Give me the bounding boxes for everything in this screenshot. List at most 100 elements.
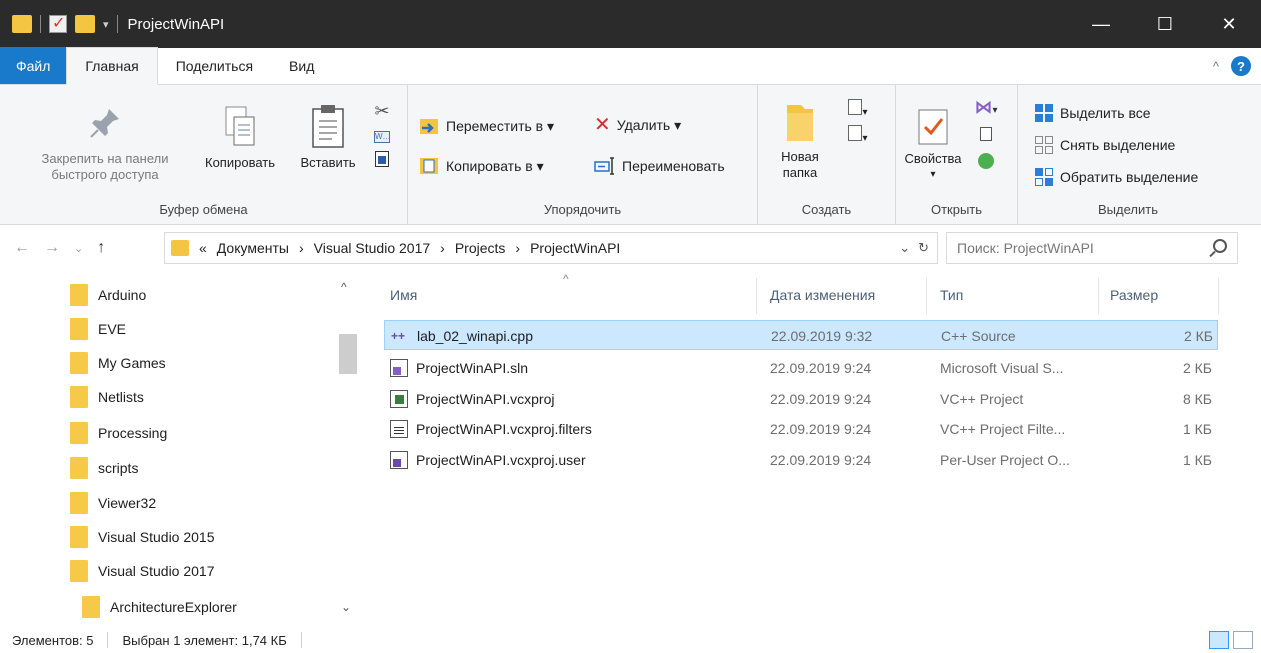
table-row[interactable]: ProjectWinAPI.vcxproj 22.09.2019 9:24 VC… [384,384,1218,414]
title-bar: ▾ ProjectWinAPI — ☐ ✕ [0,0,1261,48]
column-header-name[interactable]: Имя [390,274,417,316]
breadcrumb-separator[interactable]: › [515,240,520,256]
search-input[interactable]: Поиск: ProjectWinAPI [946,232,1238,264]
clipboard-group-label: Буфер обмена [159,202,248,217]
table-row[interactable]: ++ lab_02_winapi.cpp 22.09.2019 9:32 C++… [384,320,1218,350]
nav-item-arduino[interactable]: Arduino [70,278,146,312]
back-arrow-icon[interactable]: ← [14,239,30,257]
edit-icon[interactable] [966,127,1006,153]
nav-item-scripts[interactable]: scripts [70,451,138,485]
sort-ascending-icon: ^ [563,272,569,286]
details-view-icon[interactable] [1209,631,1229,649]
new-folder-button[interactable]: Новая папка [770,99,830,181]
nav-item-netlists[interactable]: Netlists [70,380,144,414]
delete-button[interactable]: ✕ Удалить ▾ [594,115,681,135]
select-all-button[interactable]: Выделить все [1034,103,1151,123]
invert-selection-button[interactable]: Обратить выделение [1034,167,1198,187]
nav-item-my-games[interactable]: My Games [70,346,166,380]
nav-item-visual-studio-2017[interactable]: Visual Studio 2017 [70,554,215,588]
folder-icon [171,240,189,256]
address-dropdown-icon[interactable]: ⌄ [899,240,910,256]
close-button[interactable]: ✕ [1197,0,1261,48]
copy-to-button[interactable]: Копировать в ▾ [418,155,544,177]
properties-check-icon[interactable] [49,13,67,33]
file-size: 1 КБ [1182,452,1212,468]
nav-scrollbar[interactable]: ^ ⌄ [337,274,357,624]
file-date: 22.09.2019 9:24 [770,360,872,376]
file-type: VC++ Project Filte... [940,421,1066,437]
rename-icon [594,157,614,175]
breadcrumb-visual-studio-2017[interactable]: Visual Studio 2017 [314,240,431,256]
nav-item-label: Arduino [98,287,147,303]
rename-button[interactable]: Переименовать [594,155,725,177]
cut-icon[interactable]: ✂ [370,102,394,127]
nav-item-processing[interactable]: Processing [70,416,167,450]
refresh-icon[interactable]: ↻ [918,240,929,256]
tab-file[interactable]: Файл [0,47,67,84]
column-divider[interactable] [756,278,757,314]
paste-button[interactable]: Вставить [290,103,366,171]
up-arrow-icon[interactable]: ↑ [97,239,105,257]
customize-dropdown-icon[interactable]: ▾ [103,18,109,31]
breadcrumb-overflow[interactable]: « [199,240,207,256]
help-icon[interactable]: ? [1231,56,1251,76]
new-item-icon[interactable]: ▾ [838,99,878,125]
column-divider[interactable] [1098,278,1099,314]
select-group-label: Выделить [1098,202,1158,217]
nav-item-visual-studio-2015[interactable]: Visual Studio 2015 [70,520,215,554]
address-field[interactable]: « Документы › Visual Studio 2017 › Proje… [164,232,938,264]
breadcrumb-separator[interactable]: › [440,240,445,256]
visual-studio-icon[interactable]: ⋈▾ [966,98,1006,127]
select-none-button[interactable]: Снять выделение [1034,135,1175,155]
folder-icon [70,352,88,374]
scroll-up-icon[interactable]: ^ [341,280,347,294]
column-header-size[interactable]: Размер [1110,274,1158,316]
tab-share[interactable]: Поделиться [158,47,271,84]
move-to-button[interactable]: Переместить в ▾ [418,115,554,137]
large-icons-view-icon[interactable] [1233,631,1253,649]
table-row[interactable]: ProjectWinAPI.vcxproj.user 22.09.2019 9:… [384,445,1218,475]
folder-icon [12,15,32,33]
column-divider[interactable] [1218,278,1219,314]
minimize-button[interactable]: — [1069,0,1133,48]
nav-item-viewer32[interactable]: Viewer32 [70,486,156,520]
selection-info: Выбран 1 элемент: 1,74 КБ [122,632,287,648]
paste-shortcut-icon[interactable] [370,151,394,175]
pin-quick-access-button[interactable]: Закрепить на панели быстрого доступа [20,105,190,183]
copy-icon [225,106,255,146]
breadcrumb-projects[interactable]: Projects [455,240,506,256]
column-divider[interactable] [926,278,927,314]
tab-view[interactable]: Вид [271,47,332,84]
status-bar: Элементов: 5 Выбран 1 элемент: 1,74 КБ [0,627,1261,653]
tab-home[interactable]: Главная [66,47,158,85]
scroll-down-icon[interactable]: ⌄ [341,600,351,614]
table-row[interactable]: ProjectWinAPI.sln 22.09.2019 9:24 Micros… [384,353,1218,383]
properties-button[interactable]: Свойства ▾ [900,107,966,183]
new-folder-icon[interactable] [75,15,95,33]
folder-icon [82,596,100,618]
copy-button[interactable]: Копировать [192,105,288,171]
breadcrumb-projectwinapi[interactable]: ProjectWinAPI [530,240,620,256]
forward-arrow-icon[interactable]: → [44,239,60,257]
scroll-thumb[interactable] [339,334,357,374]
recent-locations-icon[interactable]: ⌄ [74,242,83,255]
table-row[interactable]: ProjectWinAPI.vcxproj.filters 22.09.2019… [384,414,1218,444]
copy-label: Копировать [205,155,275,170]
nav-item-label: My Games [98,355,166,371]
collapse-ribbon-icon[interactable]: ^ [1213,59,1219,74]
column-header-date[interactable]: Дата изменения [770,274,875,316]
breadcrumb-separator[interactable]: › [299,240,304,256]
copy-path-icon[interactable]: W… [370,127,394,151]
sln-file-icon [390,359,408,377]
pin-label-line1: Закрепить на панели [41,151,169,166]
nav-item-eve[interactable]: EVE [70,312,126,346]
file-size: 8 КБ [1182,391,1212,407]
history-icon[interactable] [966,153,1006,179]
easy-access-icon[interactable]: ▾ [838,125,878,151]
nav-item-architecture-explorer[interactable]: ArchitectureExplorer [82,590,237,624]
breadcrumb-documents[interactable]: Документы [217,240,289,256]
column-header-type[interactable]: Тип [940,274,963,316]
maximize-button[interactable]: ☐ [1133,0,1197,48]
folder-icon [70,386,88,408]
separator [107,632,109,648]
